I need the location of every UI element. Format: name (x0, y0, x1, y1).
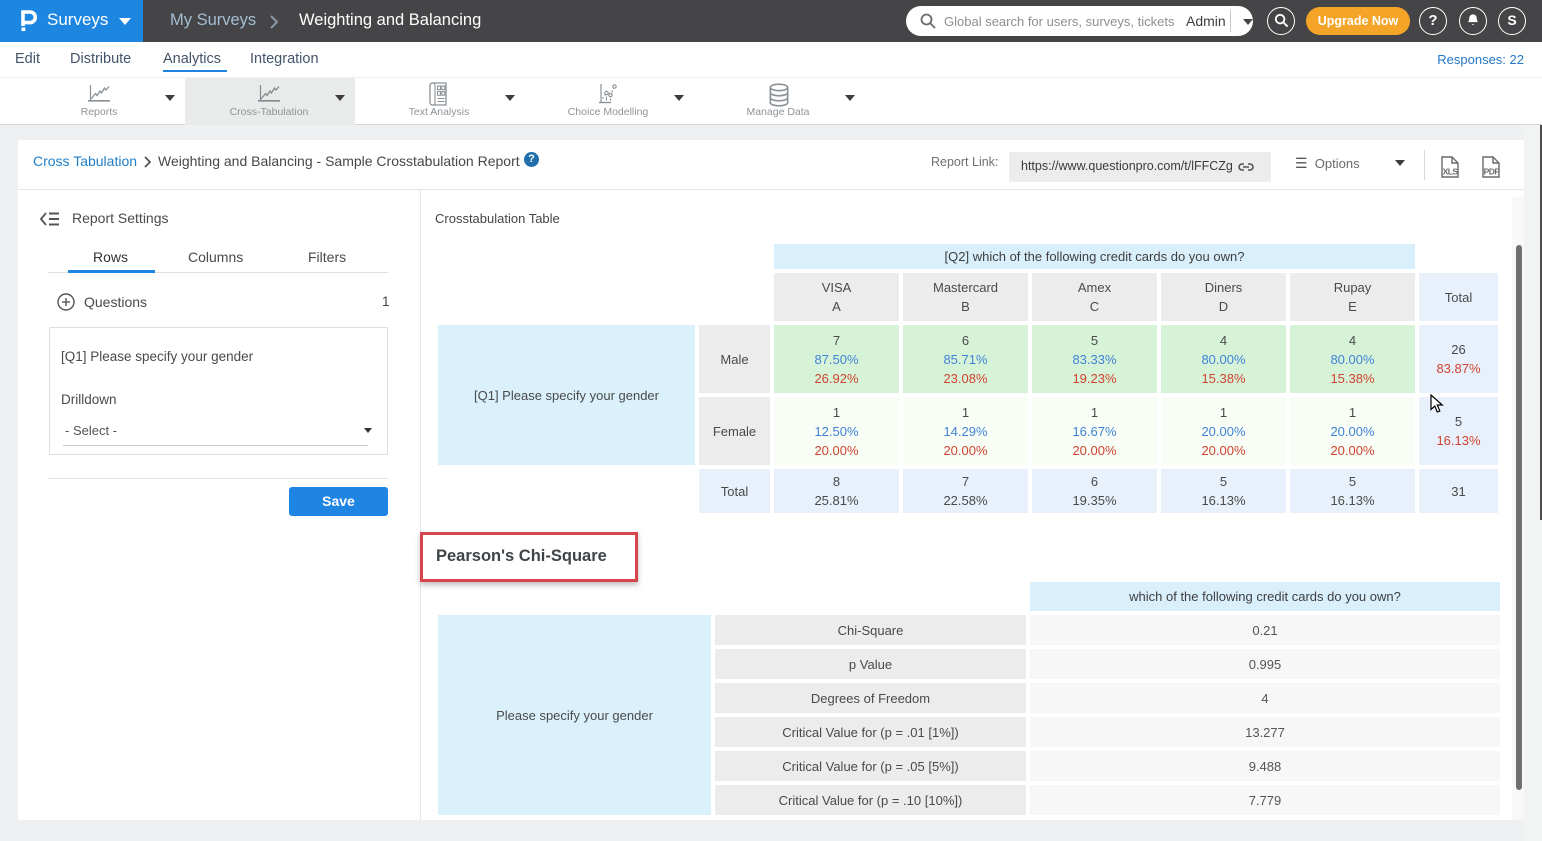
svg-text:PDF: PDF (1484, 167, 1500, 177)
svg-text:XLS: XLS (1443, 167, 1459, 177)
